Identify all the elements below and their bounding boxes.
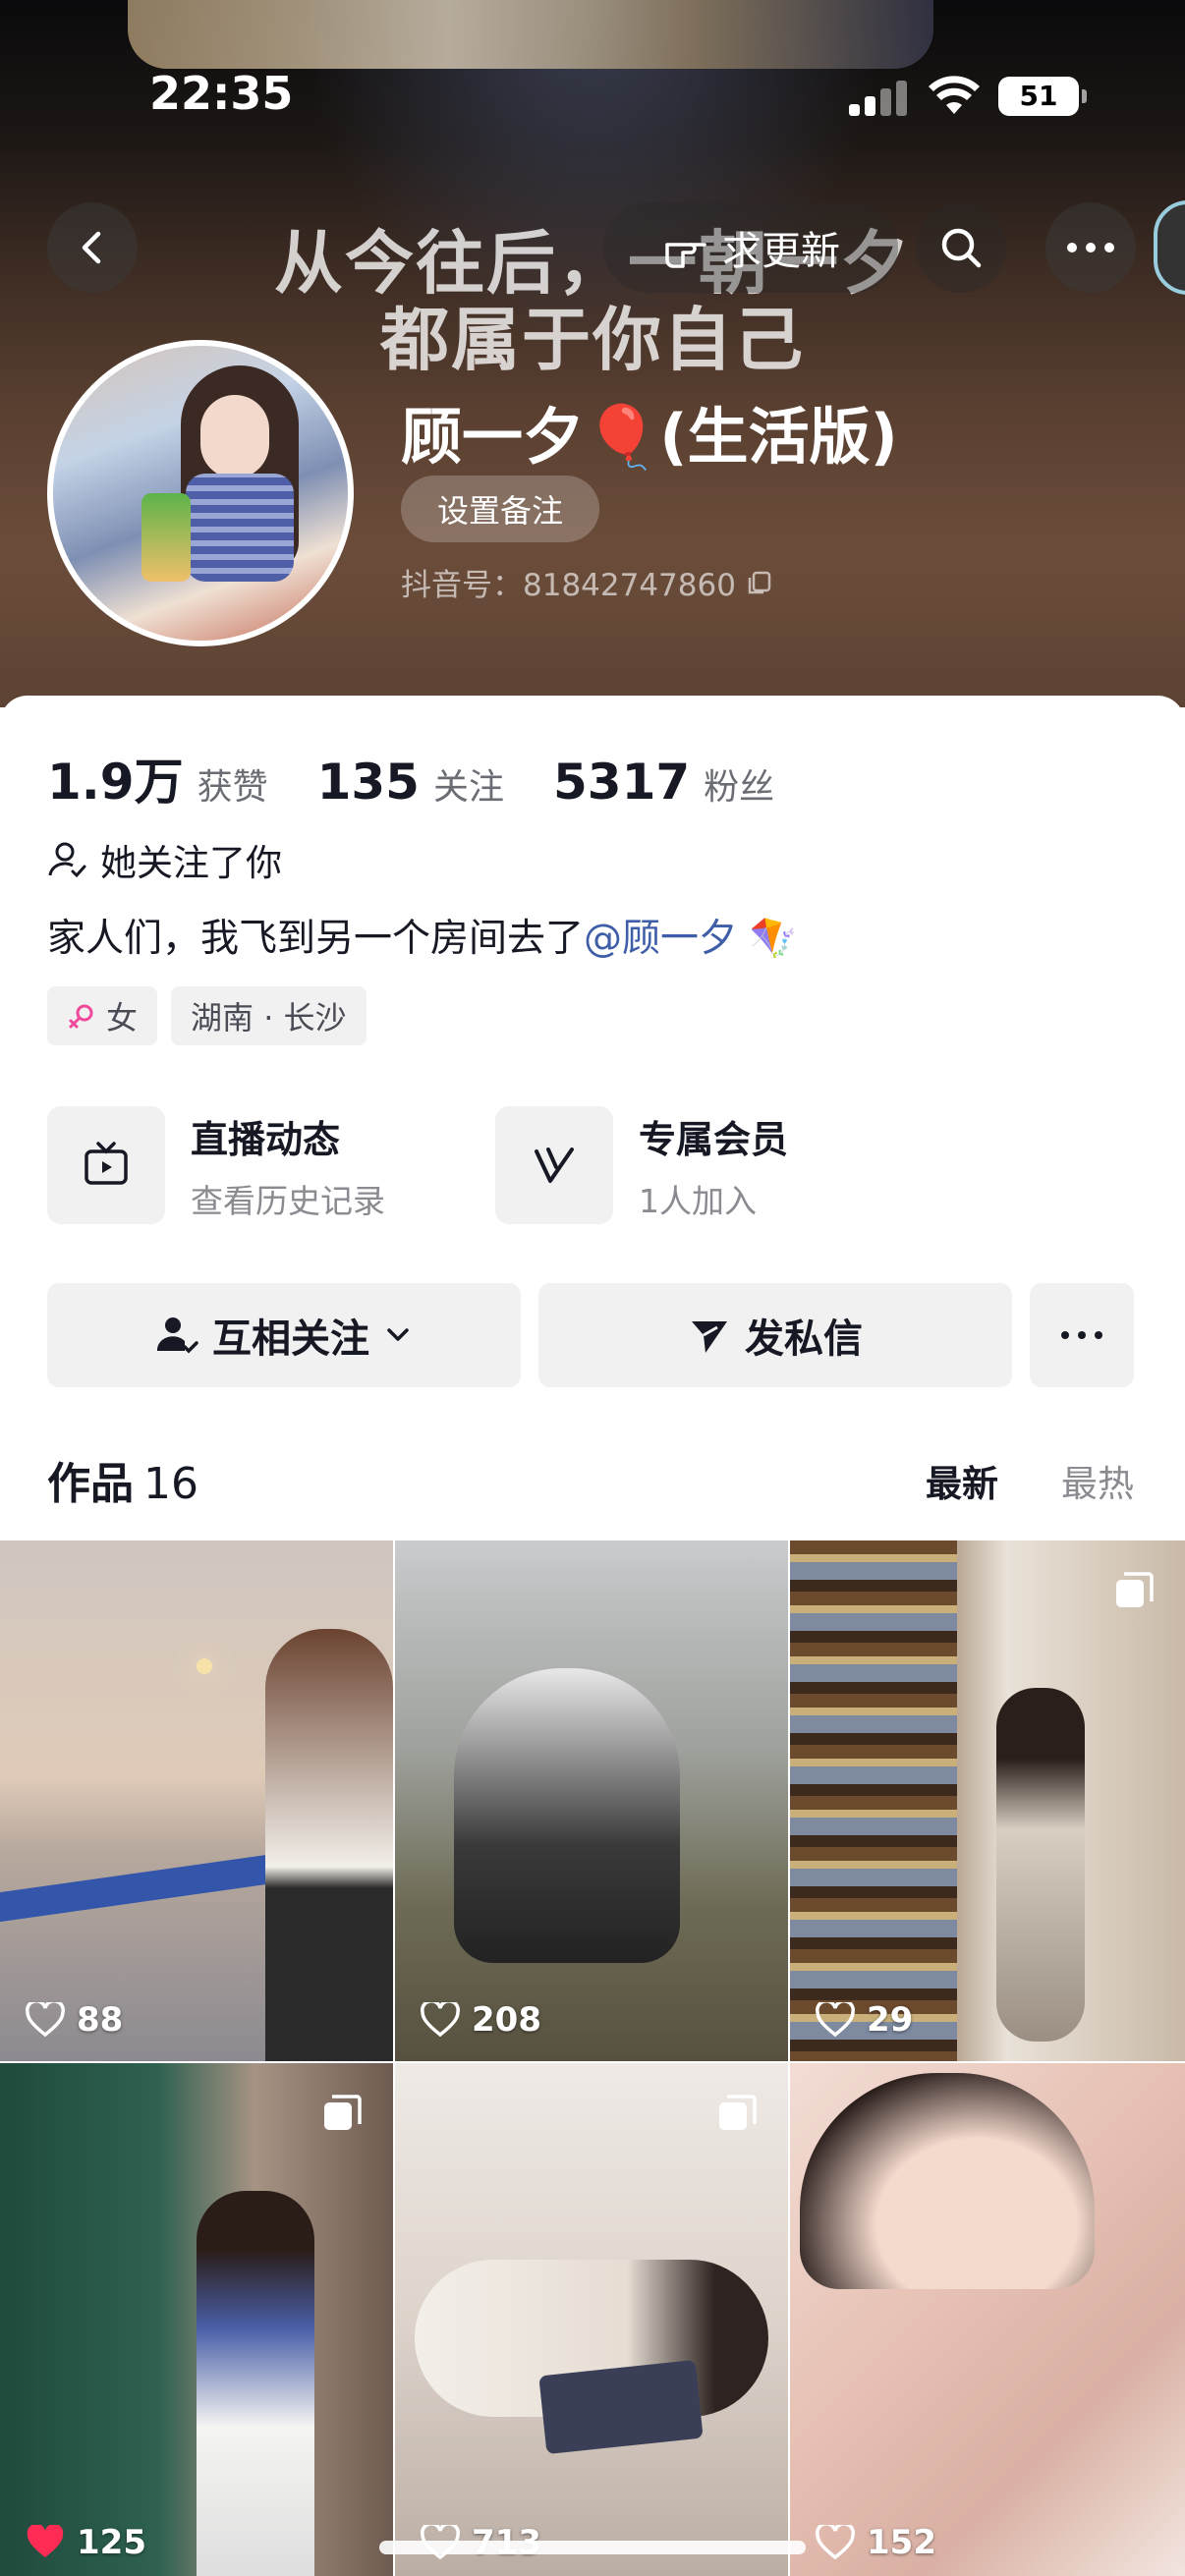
bio-mention-link[interactable]: @顾一夕 (584, 917, 737, 961)
avatar[interactable] (47, 340, 354, 646)
follows-you-text: 她关注了你 (100, 842, 282, 884)
like-count: 125 (26, 2523, 146, 2562)
user-check-icon (48, 842, 86, 878)
more-options-button[interactable] (1045, 202, 1136, 293)
like-count: 29 (816, 2000, 913, 2040)
multi-image-icon (324, 2095, 362, 2130)
like-count: 88 (26, 2000, 123, 2040)
send-icon (692, 1321, 727, 1353)
action-buttons: 互相关注 发私信 (47, 1283, 1134, 1387)
search-button[interactable] (916, 202, 1006, 293)
home-indicator[interactable] (379, 2541, 806, 2554)
douyin-id-text: 抖音号：81842747860 (401, 568, 736, 603)
live-history-entry[interactable]: 直播动态 查看历史记录 (47, 1106, 385, 1224)
more-dots-icon (1061, 1331, 1102, 1339)
status-time: 22:35 (149, 67, 294, 120)
tv-icon (47, 1106, 165, 1224)
membership-subtitle: 1人加入 (639, 1181, 757, 1220)
female-icon (69, 1004, 93, 1029)
followers-count[interactable]: 5317 (553, 754, 690, 811)
copy-icon[interactable] (746, 569, 773, 596)
bio: 家人们，我飞到另一个房间去了@顾一夕 🪁 (47, 908, 797, 963)
sort-hottest-tab[interactable]: 最热 (1061, 1454, 1134, 1507)
heart-outline-icon (816, 2002, 855, 2038)
profile-card: 1.9万 获赞 135 关注 5317 粉丝 她关注了你 家人们，我飞到另一个房… (0, 696, 1185, 2576)
video-thumbnail[interactable]: 713 (395, 2063, 788, 2576)
request-update-label: 求更新 (722, 229, 840, 274)
follows-you-indicator: 她关注了你 (47, 833, 282, 886)
send-message-button[interactable]: 发私信 (538, 1283, 1012, 1387)
more-actions-button[interactable] (1030, 1283, 1134, 1387)
video-thumbnail[interactable]: 152 (790, 2063, 1185, 2576)
live-history-subtitle: 查看历史记录 (191, 1181, 385, 1220)
heart-outline-icon (421, 2002, 460, 2038)
membership-entry[interactable]: 专属会员 1人加入 (495, 1106, 788, 1224)
followers-label: 粉丝 (704, 767, 775, 808)
send-message-label: 发私信 (745, 1316, 863, 1362)
works-label: 作品 (47, 1459, 134, 1509)
back-button[interactable] (47, 202, 138, 293)
chevron-down-icon (387, 1328, 409, 1341)
membership-title: 专属会员 (639, 1117, 789, 1161)
battery-indicator: 51 (998, 77, 1087, 116)
multi-image-icon (1116, 1572, 1154, 1607)
following-label: 关注 (432, 767, 504, 808)
likes-count[interactable]: 1.9万 (47, 743, 184, 813)
heart-outline-icon (26, 2002, 65, 2038)
set-remark-button[interactable]: 设置备注 (401, 476, 599, 542)
video-thumbnail[interactable]: 208 (395, 1540, 788, 2061)
kite-emoji: 🪁 (749, 917, 797, 961)
heart-outline-icon (816, 2525, 855, 2560)
wifi-icon (929, 76, 980, 114)
like-count: 208 (421, 2000, 541, 2040)
location-tag: 湖南 · 长沙 (171, 986, 367, 1045)
like-count: 152 (816, 2523, 936, 2562)
hand-point-icon (665, 243, 706, 268)
location-label: 湖南 · 长沙 (191, 999, 347, 1036)
profile-tags: 女 湖南 · 长沙 (47, 986, 367, 1045)
gender-tag: 女 (47, 986, 158, 1045)
more-dots-icon (1067, 243, 1114, 252)
works-count: 16 (143, 1459, 198, 1509)
v-badge-icon (495, 1106, 613, 1224)
status-bar: 22:35 51 (0, 0, 1185, 138)
video-thumbnail[interactable]: 88 (0, 1540, 393, 2061)
profile-name: 顾一夕🎈(生活版) (401, 401, 898, 473)
video-thumbnail[interactable]: 29 (790, 1540, 1185, 2061)
request-update-button[interactable]: 求更新 (603, 202, 898, 293)
video-grid: 88 208 29 125 152 (0, 1540, 1185, 2576)
search-icon (941, 228, 982, 268)
user-follow-icon (156, 1317, 198, 1354)
sort-newest-tab[interactable]: 最新 (926, 1454, 998, 1507)
mutual-follow-label: 互相关注 (212, 1316, 369, 1362)
likes-label: 获赞 (197, 767, 268, 808)
following-count[interactable]: 135 (317, 754, 420, 811)
bio-text: 家人们，我飞到另一个房间去了 (47, 917, 585, 961)
gender-label: 女 (106, 999, 139, 1036)
stats-row: 1.9万 获赞 135 关注 5317 粉丝 (47, 743, 810, 813)
video-thumbnail[interactable]: 125 (0, 2063, 393, 2576)
douyin-id[interactable]: 抖音号：81842747860 (401, 560, 773, 604)
cellular-signal-icon (849, 81, 910, 116)
heart-filled-icon (27, 2525, 64, 2557)
live-history-title: 直播动态 (191, 1117, 341, 1161)
works-tab-title[interactable]: 作品 16 (47, 1448, 198, 1511)
chevron-left-icon (82, 231, 101, 264)
multi-image-icon (719, 2095, 757, 2130)
mutual-follow-button[interactable]: 互相关注 (47, 1283, 521, 1387)
